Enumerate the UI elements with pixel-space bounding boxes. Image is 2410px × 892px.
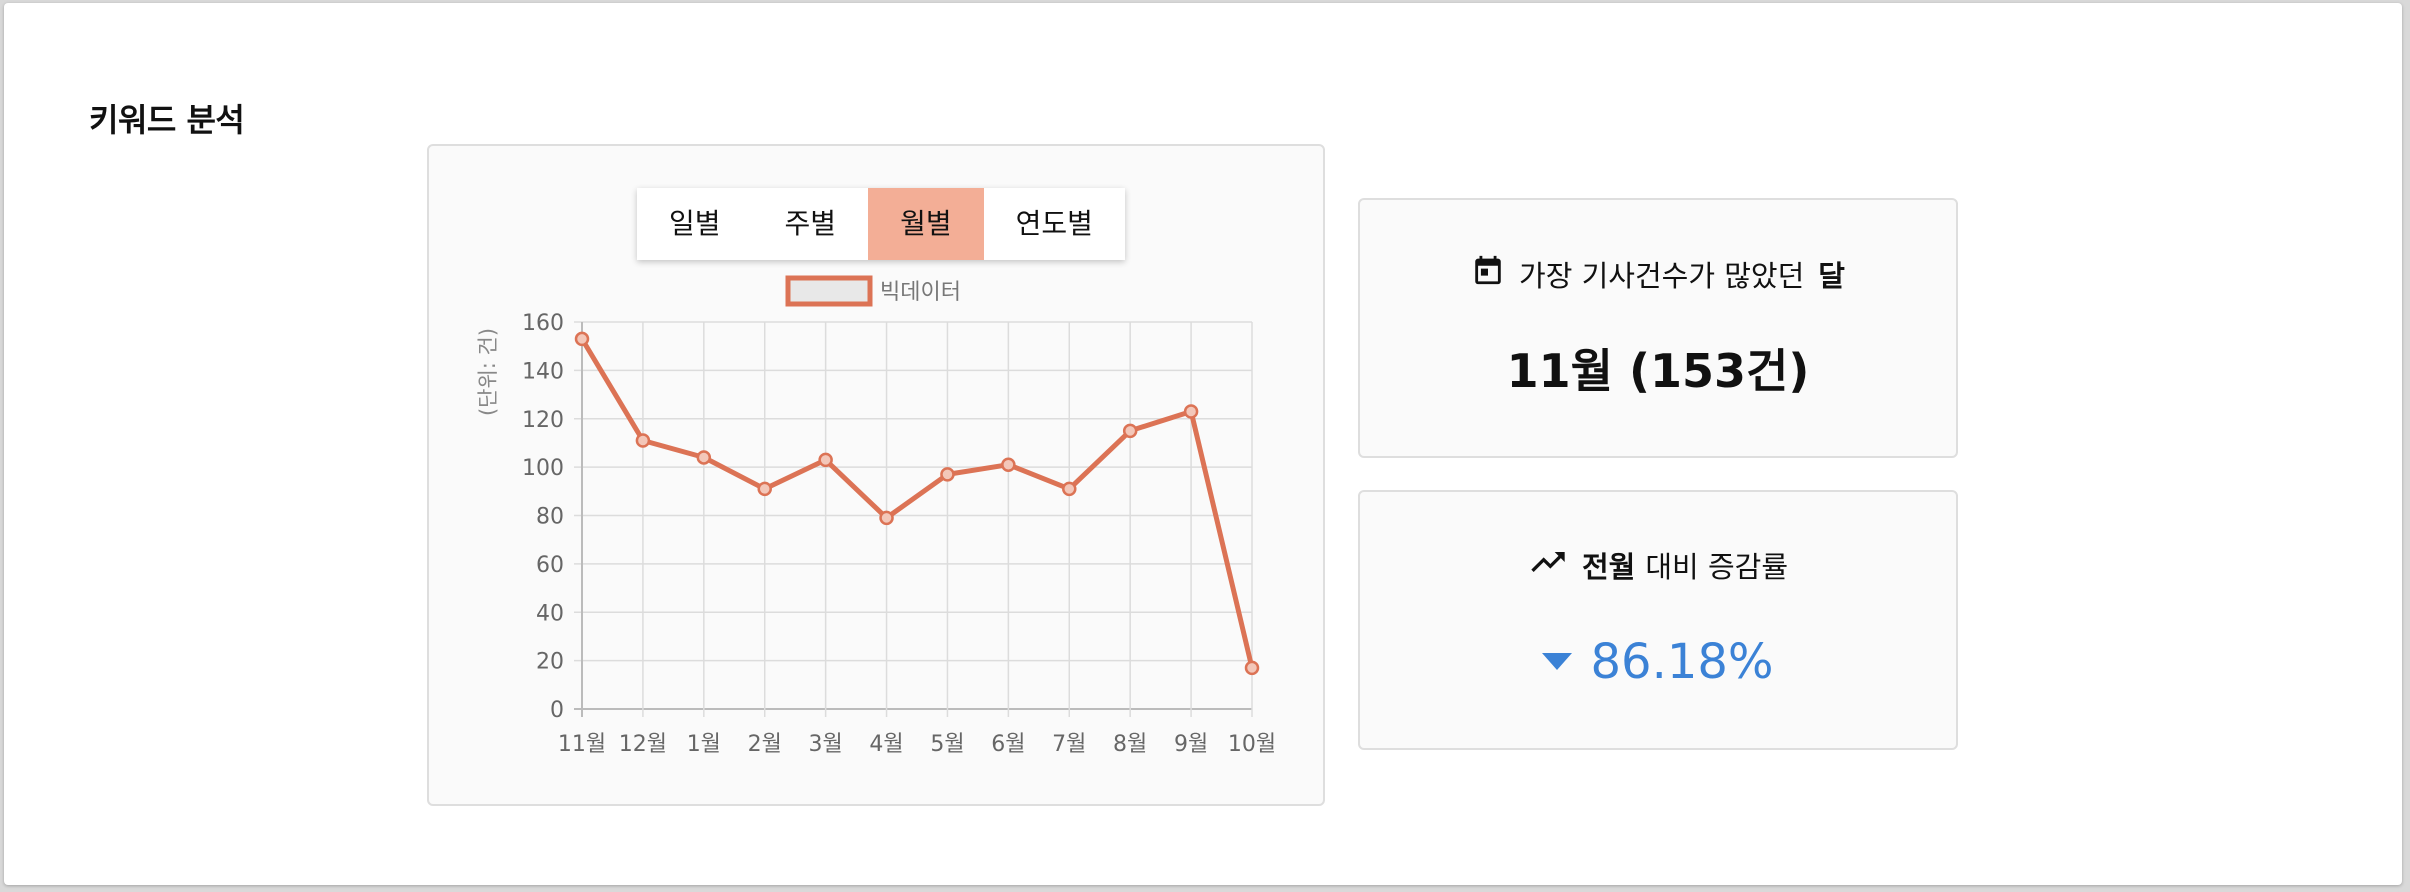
y-tick-label: 0 xyxy=(550,698,564,723)
x-tick-label: 2월 xyxy=(748,732,782,757)
data-point[interactable] xyxy=(1244,660,1260,676)
line-chart: 빅데이터 (단위: 건) 0 20 40 60 80 100 120 140 160 11월 12… xyxy=(476,275,1276,757)
data-point[interactable] xyxy=(635,433,651,448)
legend-label: 빅데이터 xyxy=(880,280,961,305)
change-rate-value: 86.18% xyxy=(1590,633,1774,690)
data-point[interactable] xyxy=(696,450,712,465)
change-rate-label: 대비 증감률 xyxy=(1645,550,1788,584)
max-month-label: 가장 기사건수가 많았던 xyxy=(1519,258,1805,293)
data-point[interactable] xyxy=(757,481,772,497)
legend-swatch xyxy=(785,275,873,307)
y-axis-ticks: 0 20 40 60 80 100 120 140 160 xyxy=(522,311,564,723)
x-tick-label: 4월 xyxy=(869,732,903,757)
y-tick-label: 40 xyxy=(536,601,564,626)
y-tick-label: 20 xyxy=(536,650,564,675)
series-line-bigdata xyxy=(579,337,1255,669)
data-point[interactable] xyxy=(818,452,833,468)
x-tick-label: 7월 xyxy=(1052,732,1086,757)
chart-card: 일별 주별 월별 연도별 빅데이터 (단위: 건) 0 20 40 60 80 100 12… xyxy=(427,144,1325,806)
calendar-icon xyxy=(1471,252,1505,295)
max-month-heading: 가장 기사건수가 많았던 달 xyxy=(1360,252,1956,295)
change-rate-heading: 전월 대비 증감률 xyxy=(1360,544,1956,586)
x-axis-ticks: 11월 12월 1월 2월 3월 4월 5월 6월 7월 8월 9월 10월 xyxy=(558,732,1276,757)
data-point[interactable] xyxy=(1062,481,1077,497)
y-axis-label: (단위: 건) xyxy=(476,328,500,416)
x-tick-label: 8월 xyxy=(1113,732,1147,757)
max-month-value: 11월 (153건) xyxy=(1506,344,1810,398)
x-tick-label: 1월 xyxy=(687,732,721,757)
x-tick-label: 11월 xyxy=(558,732,606,757)
y-tick-label: 120 xyxy=(522,408,564,433)
trending-up-icon xyxy=(1528,547,1568,584)
x-tick-label: 3월 xyxy=(809,732,843,757)
change-rate-value-row: 86.18% xyxy=(1360,627,1956,690)
max-month-label-bold: 달 xyxy=(1818,258,1845,293)
data-point[interactable] xyxy=(940,467,955,482)
series-points xyxy=(574,331,1260,676)
data-point[interactable] xyxy=(879,510,894,526)
y-tick-label: 100 xyxy=(522,456,564,481)
data-point[interactable] xyxy=(1001,457,1016,472)
down-arrow-icon xyxy=(1542,653,1573,670)
x-tick-label: 9월 xyxy=(1174,732,1208,757)
change-rate-label-bold: 전월 xyxy=(1582,550,1636,584)
chart-grid xyxy=(574,321,1253,717)
max-month-card: 가장 기사건수가 많았던 달 11월 (153건) xyxy=(1358,198,1958,458)
section-title: 키워드 분석 xyxy=(89,101,245,139)
x-tick-label: 6월 xyxy=(991,732,1025,757)
y-tick-label: 80 xyxy=(536,505,564,530)
chart-legend[interactable]: 빅데이터 xyxy=(785,275,961,307)
data-point[interactable] xyxy=(1183,404,1199,419)
data-point[interactable] xyxy=(574,331,590,347)
x-tick-label: 10월 xyxy=(1228,732,1276,757)
y-tick-label: 140 xyxy=(522,359,564,384)
page-frame: 키워드 분석 일별 주별 월별 연도별 빅데이터 (단위: 건) 0 20 40 60… xyxy=(4,3,2402,885)
x-tick-label: 5월 xyxy=(930,732,964,757)
data-point[interactable] xyxy=(1122,423,1138,439)
x-tick-label: 12월 xyxy=(619,732,667,757)
y-tick-label: 160 xyxy=(522,311,564,336)
y-tick-label: 60 xyxy=(536,553,564,578)
change-rate-card: 전월 대비 증감률 86.18% xyxy=(1358,490,1958,750)
